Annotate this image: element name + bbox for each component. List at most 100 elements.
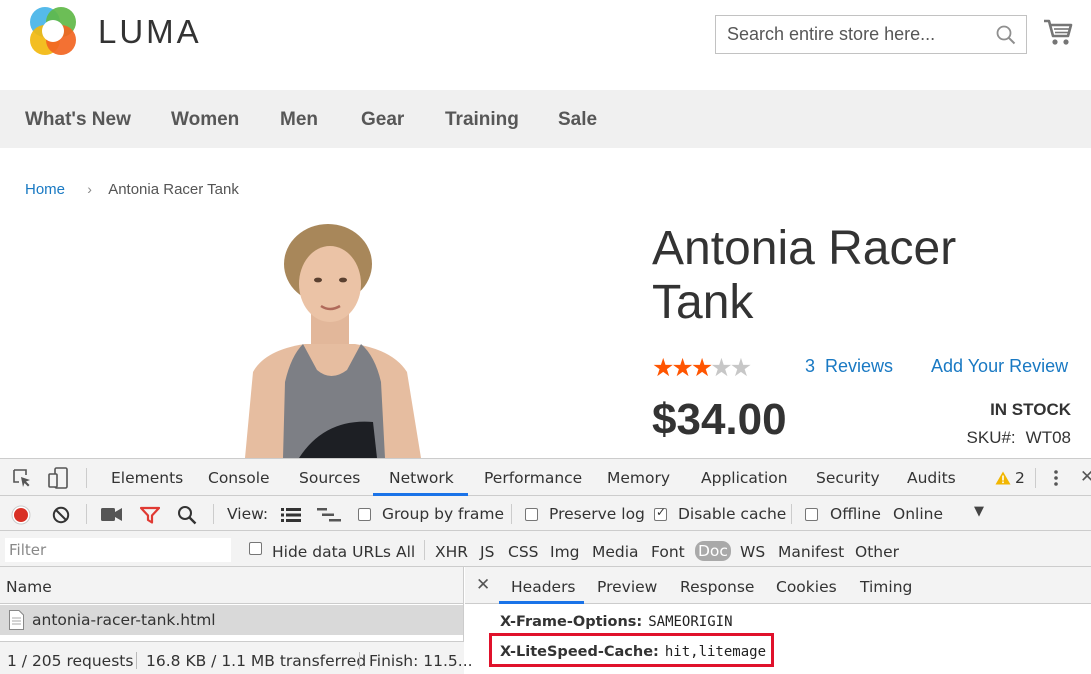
- type-filter-doc[interactable]: Doc: [695, 541, 731, 561]
- product-image[interactable]: [225, 222, 455, 458]
- large-rows-icon[interactable]: [281, 508, 301, 522]
- detail-tab-timing[interactable]: Timing: [860, 578, 912, 596]
- warning-count[interactable]: 2: [1015, 469, 1025, 487]
- inspect-element-icon[interactable]: [12, 468, 32, 488]
- nav-item-sale[interactable]: Sale: [558, 109, 597, 131]
- screenshot-camera-icon[interactable]: [101, 507, 123, 522]
- tab-elements[interactable]: Elements: [111, 469, 183, 487]
- group-by-frame-checkbox[interactable]: [358, 508, 371, 521]
- column-name[interactable]: Name: [6, 578, 52, 596]
- search-box[interactable]: [715, 15, 1027, 54]
- clear-icon[interactable]: [52, 506, 70, 524]
- tab-network[interactable]: Network: [389, 469, 454, 487]
- nav-item-women[interactable]: Women: [171, 109, 239, 131]
- tab-security[interactable]: Security: [816, 469, 880, 487]
- filter-input[interactable]: [5, 538, 231, 562]
- tab-performance[interactable]: Performance: [484, 469, 582, 487]
- star-filled-icon: ★: [652, 354, 674, 382]
- offline-label[interactable]: Offline: [830, 505, 881, 523]
- store-header: LUMA: [0, 0, 1091, 90]
- request-row[interactable]: antonia-racer-tank.html: [0, 605, 463, 635]
- search-icon[interactable]: [996, 25, 1016, 45]
- toolbar-divider: [791, 504, 792, 524]
- toolbar-divider: [511, 504, 512, 524]
- main-nav: What's New Women Men Gear Training Sale: [0, 90, 1091, 148]
- detail-tab-headers[interactable]: Headers: [511, 578, 576, 596]
- more-options-icon[interactable]: [1052, 469, 1060, 487]
- tab-audits[interactable]: Audits: [907, 469, 956, 487]
- nav-item-men[interactable]: Men: [280, 109, 318, 131]
- tab-memory[interactable]: Memory: [607, 469, 670, 487]
- filter-icon[interactable]: [140, 506, 160, 524]
- header-value: SAMEORIGIN: [648, 614, 733, 630]
- reviews-label: Reviews: [825, 356, 894, 376]
- breadcrumb-home-link[interactable]: Home: [25, 181, 65, 198]
- type-filter-all[interactable]: All: [396, 543, 415, 561]
- request-name[interactable]: antonia-racer-tank.html: [32, 611, 216, 629]
- hide-data-urls-label[interactable]: Hide data URLs: [272, 543, 391, 561]
- toolbar-divider: [424, 540, 425, 560]
- header-key: X-Frame-Options:: [500, 614, 643, 630]
- type-filter-css[interactable]: CSS: [508, 543, 539, 561]
- luma-logo-icon[interactable]: [26, 5, 80, 59]
- sku-label: SKU#:: [966, 428, 1016, 447]
- type-filter-media[interactable]: Media: [592, 543, 639, 561]
- nav-item-gear[interactable]: Gear: [361, 109, 404, 131]
- highlight-annotation-box: [489, 633, 774, 667]
- breadcrumb-current: Antonia Racer Tank: [108, 181, 239, 198]
- tab-console[interactable]: Console: [208, 469, 270, 487]
- status-divider: [359, 652, 360, 669]
- type-filter-other[interactable]: Other: [855, 543, 899, 561]
- throttling-select[interactable]: Online: [893, 505, 943, 523]
- network-toolbar: View: Group by frame Preserve log Disabl…: [0, 496, 1091, 531]
- detail-tab-response[interactable]: Response: [680, 578, 754, 596]
- status-request-count: 1 / 205 requests: [7, 652, 134, 670]
- search-input[interactable]: [716, 16, 986, 53]
- search-icon[interactable]: [177, 505, 197, 525]
- cart-icon[interactable]: [1043, 18, 1073, 46]
- detail-tabbar: ✕ Headers Preview Response Cookies Timin…: [465, 567, 1091, 604]
- offline-checkbox[interactable]: [805, 508, 818, 521]
- detail-tab-preview[interactable]: Preview: [597, 578, 657, 596]
- disable-cache-label[interactable]: Disable cache: [678, 505, 786, 523]
- close-devtools-icon[interactable]: ✕: [1080, 467, 1091, 487]
- response-header-row: X-Frame-Options: SAMEORIGIN: [500, 614, 733, 630]
- type-filter-manifest[interactable]: Manifest: [778, 543, 844, 561]
- nav-item-whats-new[interactable]: What's New: [25, 109, 131, 131]
- network-status-bar: 1 / 205 requests 16.8 KB / 1.1 MB transf…: [0, 641, 473, 674]
- detail-tab-cookies[interactable]: Cookies: [776, 578, 837, 596]
- add-review-link[interactable]: Add Your Review: [931, 356, 1068, 377]
- reviews-link[interactable]: 3 Reviews: [805, 356, 893, 377]
- status-divider: [136, 652, 137, 669]
- type-filter-font[interactable]: Font: [651, 543, 685, 561]
- group-by-frame-label[interactable]: Group by frame: [382, 505, 504, 523]
- device-toolbar-icon[interactable]: [47, 466, 71, 490]
- stock-status: IN STOCK: [990, 400, 1071, 419]
- type-filter-js[interactable]: JS: [480, 543, 494, 561]
- disable-cache-checkbox[interactable]: [654, 505, 667, 521]
- warning-icon[interactable]: [995, 471, 1011, 485]
- waterfall-icon[interactable]: [317, 508, 343, 522]
- preserve-log-label[interactable]: Preserve log: [549, 505, 645, 523]
- tab-application[interactable]: Application: [701, 469, 788, 487]
- status-transferred: 16.8 KB / 1.1 MB transferred: [146, 652, 367, 670]
- sku-value: WT08: [1025, 428, 1071, 447]
- breadcrumb: Home › Antonia Racer Tank: [25, 181, 239, 198]
- nav-item-training[interactable]: Training: [445, 109, 519, 131]
- product-price: $34.00: [652, 395, 787, 444]
- logo-text[interactable]: LUMA: [98, 13, 202, 51]
- tab-sources[interactable]: Sources: [299, 469, 360, 487]
- hide-data-urls-checkbox[interactable]: [249, 542, 262, 555]
- type-filter-img[interactable]: Img: [550, 543, 580, 561]
- devtools-tabbar: Elements Console Sources Network Perform…: [0, 459, 1091, 496]
- view-label: View:: [227, 505, 269, 523]
- type-filter-ws[interactable]: WS: [740, 543, 765, 561]
- preserve-log-checkbox[interactable]: [525, 508, 538, 521]
- close-icon[interactable]: ✕: [476, 575, 490, 595]
- toolbar-divider: [213, 504, 214, 524]
- document-file-icon: [9, 610, 24, 630]
- record-icon[interactable]: [11, 505, 31, 525]
- chevron-down-icon[interactable]: ▼: [974, 504, 984, 519]
- rating-stars[interactable]: ★★★★★: [652, 353, 752, 383]
- type-filter-xhr[interactable]: XHR: [435, 543, 468, 561]
